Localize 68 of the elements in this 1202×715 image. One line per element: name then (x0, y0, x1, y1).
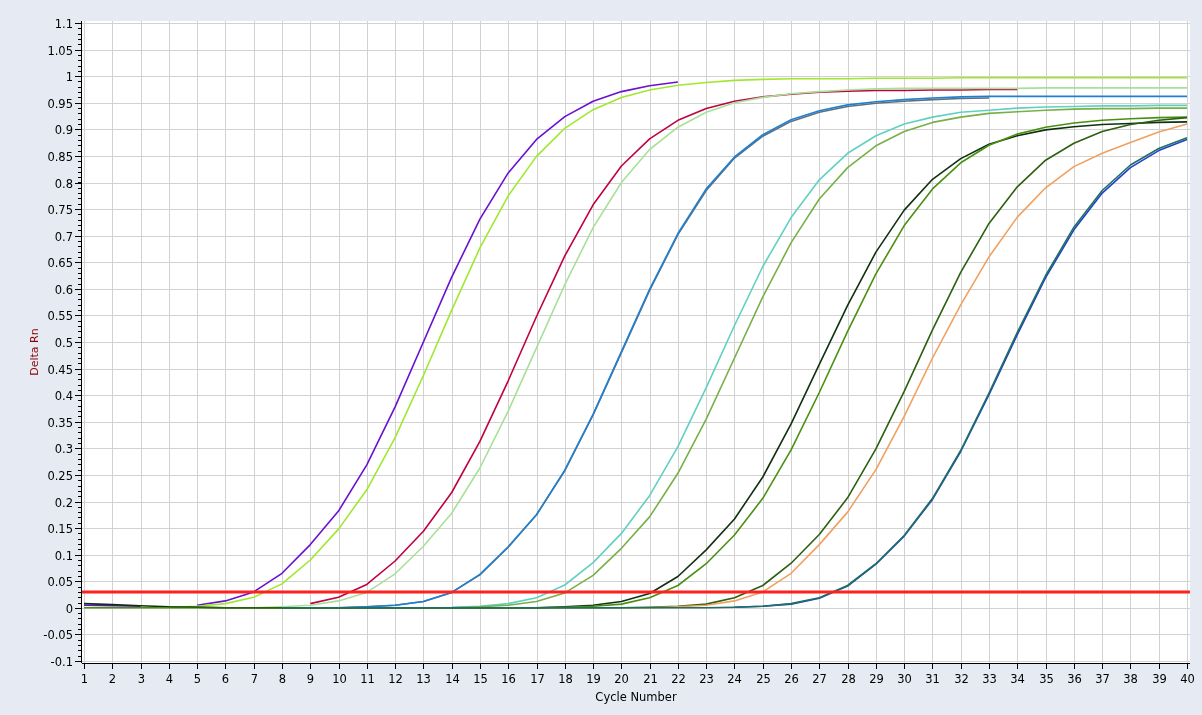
axis-tick-label: 0.7 (54, 229, 73, 244)
axis-tick-label: -0.05 (43, 627, 73, 642)
axis-tick-label: 0.4 (54, 388, 73, 403)
axis-tick-label: 8 (278, 672, 287, 686)
axis-tick-label: 34 (1010, 672, 1025, 686)
axis-tick-label: 1.1 (54, 16, 73, 31)
axis-tick-label: 19 (586, 672, 601, 686)
threshold-line[interactable] (82, 590, 1190, 594)
axis-tick-label: 24 (727, 672, 742, 686)
axis-tick-label: 5 (193, 672, 202, 686)
axis-tick-label: 26 (784, 672, 799, 686)
axis-tick-label: 12 (388, 672, 403, 686)
axis-tick-label: 22 (671, 672, 686, 686)
axis-tick-label: 0.3 (54, 441, 73, 456)
axis-tick-label: 20 (614, 672, 629, 686)
axis-tick-label: 40 (1180, 672, 1195, 686)
axis-tick-label: 37 (1095, 672, 1110, 686)
axis-tick-label: 15 (473, 672, 488, 686)
axis-tick-label: 0.95 (47, 96, 73, 111)
axis-tick-label: 29 (869, 672, 884, 686)
axis-tick-label: 17 (530, 672, 545, 686)
axis-tick-label: 0.8 (54, 176, 73, 191)
axis-tick-label: 39 (1152, 672, 1167, 686)
axis-tick-label: 13 (416, 672, 431, 686)
axis-tick-label: 0.75 (47, 202, 73, 217)
axis-tick-label: 32 (954, 672, 969, 686)
axis-tick-label: 35 (1039, 672, 1054, 686)
axis-tick-label: 0.35 (47, 415, 73, 430)
axis-tick-label: 0.5 (54, 335, 73, 350)
axis-tick-label: 27 (812, 672, 827, 686)
axis-tick-label: 18 (558, 672, 573, 686)
axis-tick-label: 14 (445, 672, 460, 686)
axis-tick-label: 0.55 (47, 308, 73, 323)
axis-tick-label: 10 (332, 672, 347, 686)
axis-tick-label: 1 (65, 69, 73, 84)
axis-tick-label: 4 (165, 672, 174, 686)
axis-tick-label: 0.45 (47, 362, 73, 377)
x-axis-title: Cycle Number (595, 690, 677, 704)
axis-tick-label: 0.05 (47, 574, 73, 589)
axis-tick-label: 33 (982, 672, 997, 686)
axis-tick-label: 0.1 (54, 548, 73, 563)
y-axis-title: Delta Rn (28, 328, 41, 376)
axis-tick-label: 2 (108, 672, 117, 686)
axis-tick-label: 0.15 (47, 521, 73, 536)
axis-tick-label: 16 (501, 672, 516, 686)
axis-tick-label: 9 (306, 672, 315, 686)
axis-tick-label: 31 (925, 672, 940, 686)
axis-tick-label: 0.2 (54, 495, 73, 510)
axis-tick-label: 28 (841, 672, 856, 686)
axis-tick-label: 11 (360, 672, 375, 686)
axis-tick-label: 25 (756, 672, 771, 686)
axis-tick-label: 0.85 (47, 149, 73, 164)
axis-tick-label: 7 (250, 672, 259, 686)
axis-tick-label: 0.25 (47, 468, 73, 483)
axis-tick-label: 21 (643, 672, 658, 686)
axis-tick-label: 0.6 (54, 282, 73, 297)
axis-tick-label: 38 (1123, 672, 1138, 686)
axis-tick-label: 30 (897, 672, 912, 686)
axis-tick-label: 6 (221, 672, 230, 686)
axis-tick-label: 3 (137, 672, 146, 686)
axis-tick-label: 1 (80, 672, 89, 686)
axis-tick-label: 0.65 (47, 255, 73, 270)
axis-tick-label: 0 (65, 601, 73, 616)
axis-tick-label: 36 (1067, 672, 1082, 686)
axis-tick-label: 0.9 (54, 122, 73, 137)
axis-tick-label: 23 (699, 672, 714, 686)
axis-tick-label: 1.05 (47, 43, 73, 58)
axis-tick-label: -0.1 (50, 654, 73, 669)
